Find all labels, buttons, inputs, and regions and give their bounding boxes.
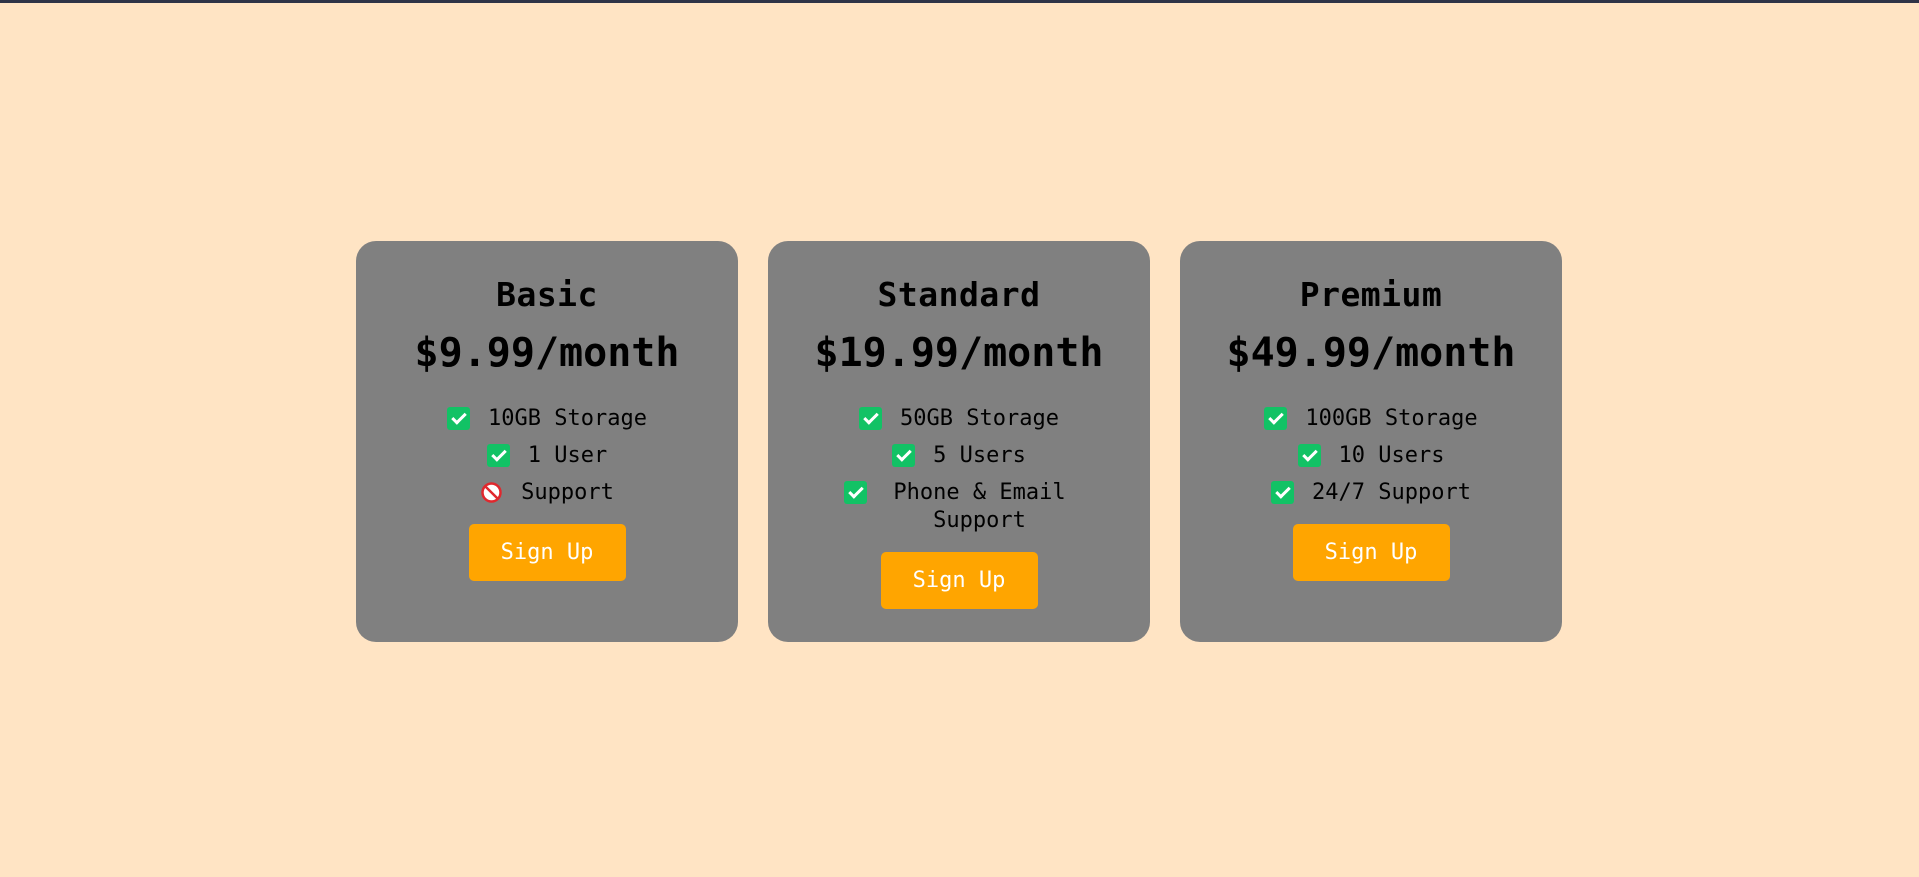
- feature-text: 10GB Storage: [488, 406, 647, 431]
- sign-up-button-standard[interactable]: Sign Up: [880, 552, 1038, 609]
- feature-text: 50GB Storage: [900, 406, 1059, 431]
- plan-card-standard: Standard $19.99/month 50GB Storage 5 Use…: [768, 241, 1150, 642]
- check-box-icon: [892, 444, 916, 467]
- feature-text: 1 User: [527, 443, 608, 468]
- top-border: [0, 0, 1919, 3]
- check-box-icon: [1271, 481, 1295, 504]
- check-box-icon: [1264, 407, 1288, 430]
- plan-card-basic: Basic $9.99/month 10GB Storage 1 User Su…: [356, 241, 738, 642]
- plan-price: $9.99/month: [414, 330, 680, 376]
- feature-item: 5 Users: [824, 442, 1094, 470]
- feature-text: 24/7 Support: [1312, 480, 1471, 505]
- plan-price: $19.99/month: [814, 330, 1104, 376]
- pricing-plans: Basic $9.99/month 10GB Storage 1 User Su…: [356, 241, 1562, 642]
- feature-text: 5 Users: [933, 443, 1026, 468]
- feature-item: 100GB Storage: [1236, 405, 1506, 433]
- feature-text: 10 Users: [1338, 443, 1445, 468]
- feature-list: 100GB Storage 10 Users 24/7 Support: [1236, 405, 1506, 516]
- feature-text: Support: [521, 480, 614, 505]
- plan-name: Premium: [1299, 275, 1443, 314]
- check-box-icon: [859, 407, 883, 430]
- plan-card-premium: Premium $49.99/month 100GB Storage 10 Us…: [1180, 241, 1562, 642]
- plan-name: Standard: [877, 275, 1041, 314]
- plan-name: Basic: [496, 275, 598, 314]
- check-box-icon: [1297, 444, 1321, 467]
- check-box-icon: [843, 481, 867, 504]
- feature-list: 10GB Storage 1 User Support: [412, 405, 682, 516]
- sign-up-button-premium[interactable]: Sign Up: [1292, 524, 1450, 581]
- plan-price: $49.99/month: [1226, 330, 1516, 376]
- feature-text: Phone & Email Support: [893, 480, 1066, 533]
- feature-item: 10GB Storage: [412, 405, 682, 433]
- feature-item: Phone & Email Support: [824, 479, 1094, 535]
- prohibited-icon: [480, 481, 503, 504]
- feature-list: 50GB Storage 5 Users Phone & Email Suppo…: [824, 405, 1094, 544]
- check-box-icon: [486, 444, 510, 467]
- sign-up-button-basic[interactable]: Sign Up: [468, 524, 626, 581]
- feature-text: 100GB Storage: [1305, 406, 1478, 431]
- feature-item: 1 User: [412, 442, 682, 470]
- feature-item: Support: [412, 479, 682, 507]
- feature-item: 10 Users: [1236, 442, 1506, 470]
- feature-item: 24/7 Support: [1236, 479, 1506, 507]
- check-box-icon: [447, 407, 471, 430]
- feature-item: 50GB Storage: [824, 405, 1094, 433]
